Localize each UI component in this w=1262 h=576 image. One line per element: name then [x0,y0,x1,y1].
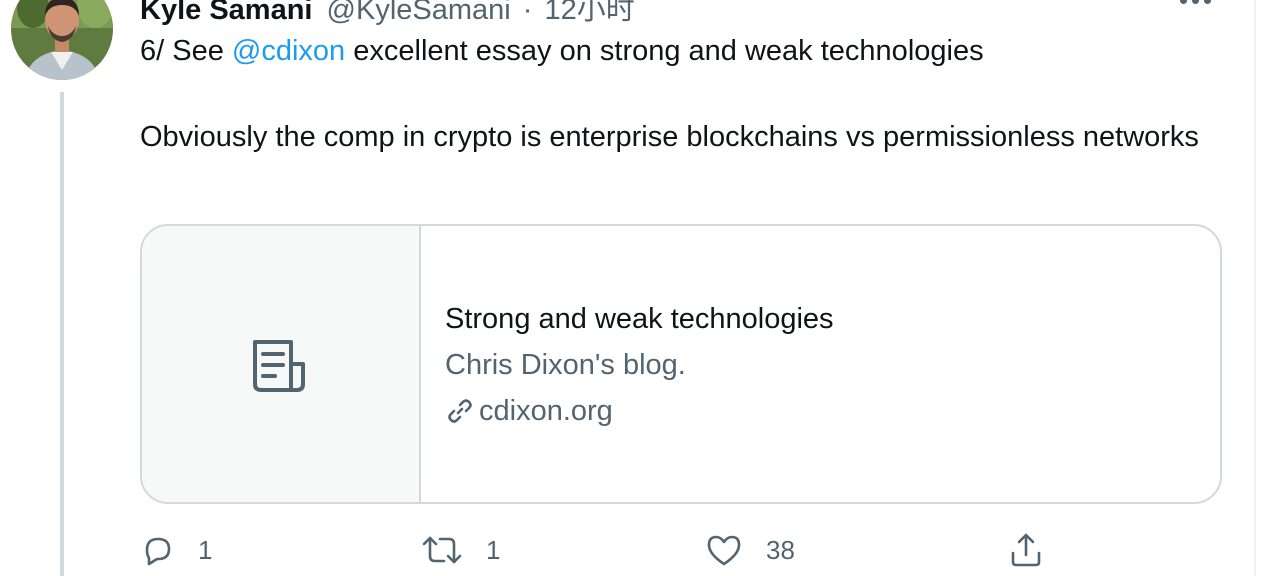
text-segment: excellent essay on strong and weak techn… [345,35,984,67]
thread-connector-line [60,92,64,576]
tweet-paragraph-1: 6/ See @cdixon excellent essay on strong… [140,30,1220,72]
reply-icon [145,537,171,566]
like-icon [707,535,741,566]
text-segment: 6/ See [140,35,232,67]
share-button[interactable] [1008,530,1044,570]
reply-button[interactable]: 1 [140,530,212,570]
reply-count: 1 [198,534,213,565]
card-thumbnail [142,226,421,502]
card-title[interactable]: Strong and weak technologies [445,300,834,338]
card-domain-row: cdixon.org [445,388,834,434]
share-icon [1011,533,1041,567]
mention-link[interactable]: @cdixon [232,35,345,67]
avatar[interactable] [11,0,113,80]
timeline-border [1254,0,1256,576]
author-name[interactable]: Kyle Samani [140,0,312,26]
tweet-timestamp[interactable]: 12小时 [545,0,635,26]
document-icon [253,340,305,392]
card-body: Strong and weak technologies Chris Dixon… [445,300,834,434]
author-handle[interactable]: @KyleSamani [327,0,511,26]
tweet-paragraph-2: Obviously the comp in crypto is enterpri… [140,121,1199,153]
retweet-count: 1 [486,534,501,565]
card-description: Chris Dixon's blog. [445,349,686,381]
retweet-icon [422,536,462,564]
tweet-header: Kyle Samani @KyleSamani · 12小时 [140,0,635,26]
card-domain: cdixon.org [479,395,613,427]
link-preview-card[interactable]: Strong and weak technologies Chris Dixon… [140,224,1222,504]
like-count: 38 [766,534,795,565]
like-button[interactable]: 38 [704,530,795,570]
link-icon [448,399,472,423]
retweet-button[interactable]: 1 [420,530,500,570]
more-icon[interactable] [1180,0,1216,10]
tweet-text: 6/ See @cdixon excellent essay on strong… [140,30,1220,158]
header-separator: · [522,0,533,26]
